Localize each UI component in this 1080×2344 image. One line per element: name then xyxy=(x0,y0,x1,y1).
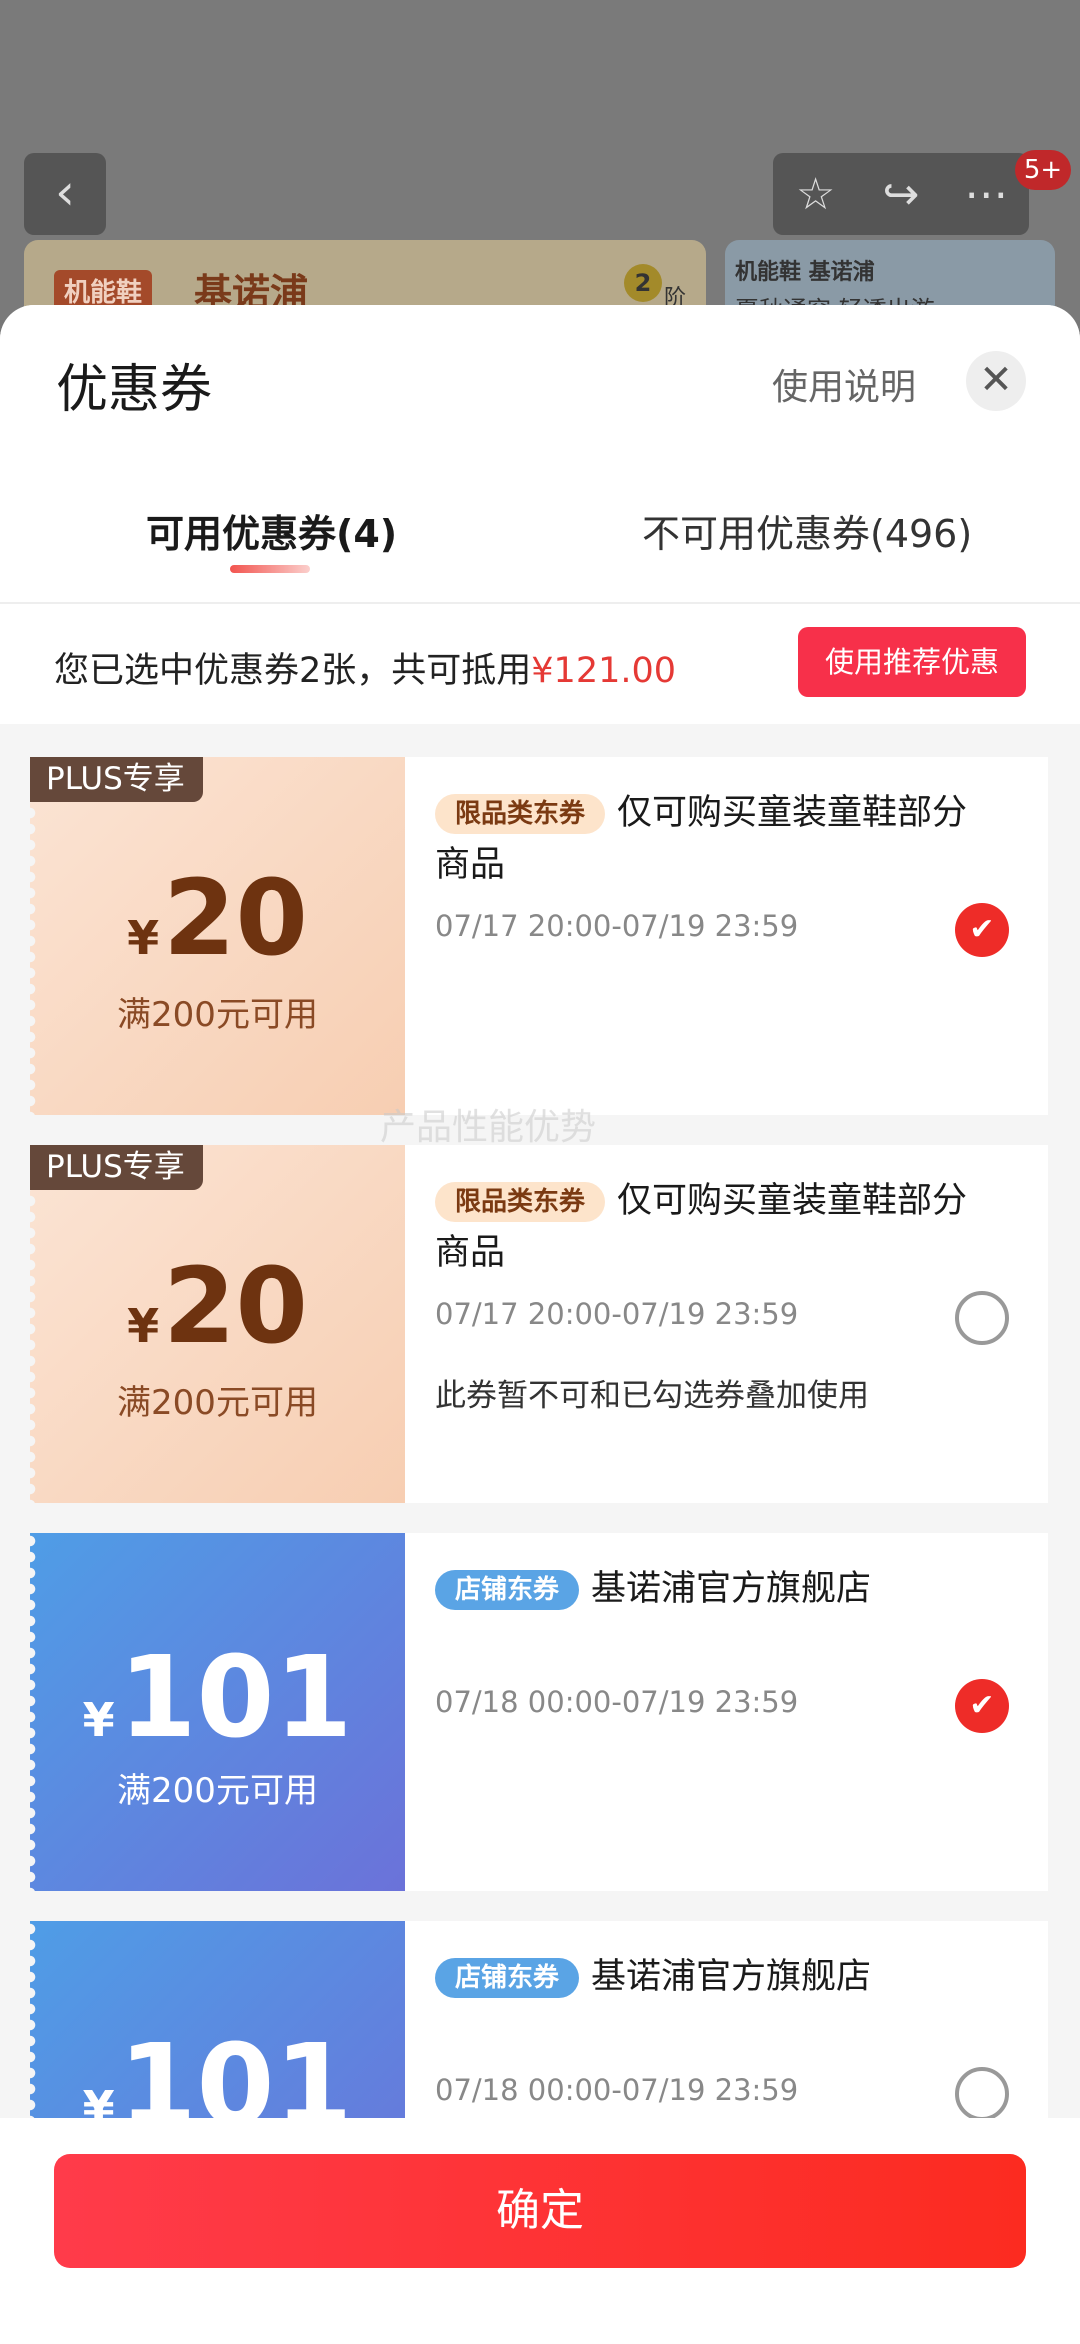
coupon-condition: 满200元可用 xyxy=(117,1383,318,1423)
coupon-card[interactable]: PLUS专享 ¥20 满200元可用 限品类东券 仅可购买童装童鞋部分商品 07/… xyxy=(30,757,1048,1115)
selection-summary: 您已选中优惠券2张，共可抵用¥121.00 使用推荐优惠 xyxy=(0,604,1080,724)
plus-badge: PLUS专享 xyxy=(30,1145,203,1190)
currency-symbol: ¥ xyxy=(82,1693,115,1747)
more-icon[interactable]: ⋯ xyxy=(949,169,1023,220)
coupon-condition: 满200元可用 xyxy=(117,995,318,1035)
coupon-value-panel: ¥101 满200元可用 xyxy=(30,1533,405,1891)
coupon-checkbox-checked[interactable]: ✔ xyxy=(955,1679,1009,1733)
coupon-details: 限品类东券 仅可购买童装童鞋部分商品 07/17 20:00-07/19 23:5… xyxy=(435,1145,1035,1503)
coupon-name: 限品类东券 仅可购买童装童鞋部分商品 xyxy=(435,1175,995,1279)
background-page: ‹ ☆ ↪ ⋯ 5+ 机能鞋 基诺浦 2 阶段 机能鞋 基诺浦 夏秋通穿 轻透出… xyxy=(0,0,1080,343)
watermark-text: 产品性能优势 xyxy=(380,1107,597,1148)
coupon-type-tag: 店铺东券 xyxy=(435,1570,580,1610)
coupon-card[interactable]: ¥101 满200元可用 店铺东券 基诺浦官方旗舰店 07/18 00:00-07… xyxy=(30,1533,1048,1891)
coupon-card[interactable]: PLUS专享 ¥20 满200元可用 限品类东券 仅可购买童装童鞋部分商品 07/… xyxy=(30,1145,1048,1503)
coupon-validity: 07/17 20:00-07/19 23:59 xyxy=(435,909,799,943)
chevron-left-icon: ‹ xyxy=(55,163,75,221)
plus-badge: PLUS专享 xyxy=(30,757,203,802)
sheet-title: 优惠券 xyxy=(56,360,213,420)
coupon-checkbox-unchecked[interactable] xyxy=(955,2067,1009,2121)
coupon-checkbox-checked[interactable]: ✔ xyxy=(955,903,1009,957)
coupon-name: 店铺东券 基诺浦官方旗舰店 xyxy=(435,1563,995,1615)
check-icon: ✔ xyxy=(969,1688,995,1723)
coupon-scope: 基诺浦官方旗舰店 xyxy=(591,1569,872,1609)
side-banner-title: 机能鞋 基诺浦 xyxy=(735,260,875,285)
share-icon[interactable]: ↪ xyxy=(864,169,938,220)
star-icon[interactable]: ☆ xyxy=(779,169,853,220)
sheet-header: 优惠券 使用说明 ✕ 可用优惠券(4) 不可用优惠券(496) xyxy=(0,305,1080,604)
coupon-conflict-note: 此券暂不可和已勾选券叠加使用 xyxy=(435,1378,869,1414)
coupon-sheet: 优惠券 使用说明 ✕ 可用优惠券(4) 不可用优惠券(496) 您已选中优惠券2… xyxy=(0,305,1080,2344)
stage-number: 2 xyxy=(624,264,662,302)
coupon-name: 限品类东券 仅可购买童装童鞋部分商品 xyxy=(435,787,995,891)
use-recommended-button[interactable]: 使用推荐优惠 xyxy=(798,627,1026,697)
close-icon: ✕ xyxy=(979,357,1013,403)
bottom-bar: 确定 xyxy=(0,2118,1080,2344)
back-button[interactable]: ‹ xyxy=(24,153,106,235)
message-badge: 5+ xyxy=(1015,150,1071,190)
summary-prefix: 您已选中优惠券2张，共可抵用 xyxy=(54,651,532,691)
coupon-validity: 07/18 00:00-07/19 23:59 xyxy=(435,1685,799,1719)
top-actions: ☆ ↪ ⋯ xyxy=(773,153,1029,235)
coupon-value-panel: PLUS专享 ¥20 满200元可用 xyxy=(30,1145,405,1503)
currency-symbol: ¥ xyxy=(127,1299,160,1353)
coupon-details: 限品类东券 仅可购买童装童鞋部分商品 07/17 20:00-07/19 23:5… xyxy=(435,757,1035,1115)
coupon-value: ¥20 xyxy=(30,1245,405,1367)
tab-available[interactable]: 可用优惠券(4) xyxy=(146,503,397,558)
coupon-type-tag: 限品类东券 xyxy=(435,794,606,834)
summary-text: 您已选中优惠券2张，共可抵用¥121.00 xyxy=(54,642,676,693)
coupon-validity: 07/17 20:00-07/19 23:59 xyxy=(435,1297,799,1331)
coupon-value: ¥20 xyxy=(30,857,405,979)
coupon-amount: 101 xyxy=(118,1633,353,1763)
confirm-button[interactable]: 确定 xyxy=(54,2154,1026,2268)
coupon-condition: 满200元可用 xyxy=(117,1771,318,1811)
usage-help-link[interactable]: 使用说明 xyxy=(772,358,916,410)
coupon-type-tag: 店铺东券 xyxy=(435,1958,580,1998)
coupon-amount: 20 xyxy=(163,1245,308,1367)
tab-unavailable[interactable]: 不可用优惠券(496) xyxy=(642,503,972,558)
currency-symbol: ¥ xyxy=(127,911,160,965)
check-icon: ✔ xyxy=(969,912,995,947)
summary-amount: ¥121.00 xyxy=(531,651,677,691)
close-button[interactable]: ✕ xyxy=(966,351,1026,411)
coupon-checkbox-unchecked[interactable] xyxy=(955,1291,1009,1345)
tab-indicator xyxy=(230,565,310,573)
coupon-type-tag: 限品类东券 xyxy=(435,1182,606,1222)
coupon-scope: 基诺浦官方旗舰店 xyxy=(591,1957,872,1997)
coupon-amount: 20 xyxy=(163,857,308,979)
coupon-name: 店铺东券 基诺浦官方旗舰店 xyxy=(435,1951,995,2003)
coupon-value-panel: PLUS专享 ¥20 满200元可用 xyxy=(30,757,405,1115)
coupon-details: 店铺东券 基诺浦官方旗舰店 07/18 00:00-07/19 23:59 xyxy=(435,1533,1035,1891)
coupon-validity: 07/18 00:00-07/19 23:59 xyxy=(435,2073,799,2107)
coupon-value: ¥101 xyxy=(30,1633,405,1763)
